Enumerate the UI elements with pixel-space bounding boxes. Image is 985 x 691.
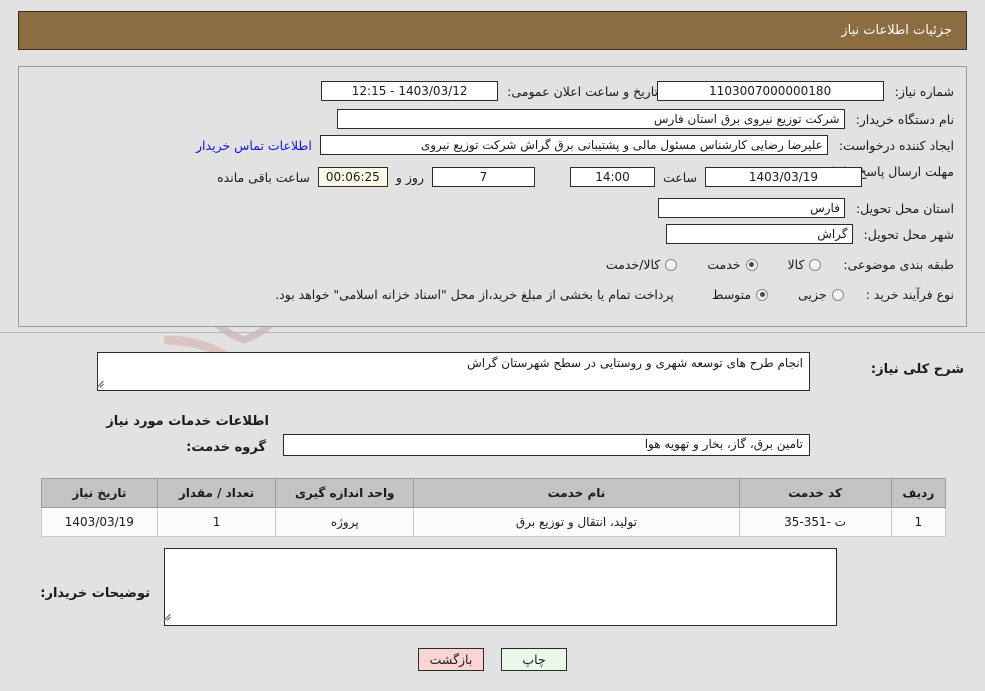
process-option-motevasset[interactable]: متوسط: [711, 287, 769, 302]
th-quantity: تعداد / مقدار: [156, 478, 277, 508]
delivery-province-value: فارس: [657, 198, 845, 218]
row-delivery-province: استان محل تحویل: فارس: [657, 198, 954, 218]
th-need-date: تاریخ نیاز: [41, 478, 158, 508]
need-number-label: شماره نیاز:: [894, 83, 954, 99]
service-group-label: گروه خدمت:: [186, 440, 266, 455]
classification-option-label-2: کالا/خدمت: [605, 257, 661, 272]
action-buttons-row: بازگشت چاپ: [0, 648, 985, 671]
buyer-notes-label: توضیحات خریدار:: [40, 586, 150, 601]
back-button[interactable]: بازگشت: [418, 648, 484, 671]
response-deadline-label: مهلت ارسال پاسخ: تا تاریخ:: [809, 164, 954, 179]
process-option-jozei[interactable]: جزیی: [798, 287, 844, 302]
cell-quantity: 1: [156, 507, 277, 537]
service-group-value: تامین برق، گاز، بخار و تهویه هوا: [283, 434, 810, 456]
purchase-process-label: نوع فرآیند خرید :: [865, 287, 954, 302]
row-response-deadline: مهلت ارسال پاسخ: تا تاریخ:: [809, 164, 954, 179]
row-announce-datetime: تاریخ و ساعت اعلان عمومی: 1403/03/12 - 1…: [321, 81, 658, 101]
remaining-days-value: 7: [431, 167, 535, 187]
classification-option-kala[interactable]: کالا: [788, 257, 822, 272]
row-delivery-city: شهر محل تحویل: گراش: [665, 224, 954, 244]
hour-label: ساعت: [662, 169, 697, 185]
delivery-province-label: استان محل تحویل:: [855, 200, 954, 216]
th-unit: واحد اندازه گیری: [275, 478, 415, 508]
delivery-city-value: گراش: [665, 224, 853, 244]
classification-option-khedmat[interactable]: خدمت: [707, 257, 758, 272]
print-button[interactable]: چاپ: [501, 648, 567, 671]
buyer-org-label: نام دستگاه خریدار:: [855, 111, 954, 127]
radio-khedmat[interactable]: [745, 258, 758, 271]
classification-option-label-0: کالا: [787, 257, 805, 272]
section-divider-top: [0, 332, 985, 333]
row-purchase-process: نوع فرآیند خرید : جزیی متوسط پرداخت تمام…: [275, 287, 954, 302]
row-request-creator: ایجاد کننده درخواست: علیرضا رضایی کارشنا…: [196, 135, 954, 155]
need-description-resize-grip[interactable]: [96, 380, 105, 389]
announce-datetime-value: 1403/03/12 - 12:15: [321, 81, 499, 101]
row-buyer-org: نام دستگاه خریدار: شرکت توزیع نیروی برق …: [336, 109, 954, 129]
announce-datetime-label: تاریخ و ساعت اعلان عمومی:: [507, 83, 658, 99]
cell-need-date: 1403/03/19: [41, 507, 158, 537]
row-deadline-fields: 1403/03/19 ساعت 14:00 7 روز و 00:06:25 س…: [217, 167, 862, 187]
remaining-time-value: 00:06:25: [317, 167, 388, 187]
th-row-no: ردیف: [890, 478, 947, 508]
deadline-time-value: 14:00: [569, 167, 655, 187]
process-option-label-1: متوسط: [711, 287, 752, 302]
classification-option-kala-khedmat[interactable]: کالا/خدمت: [605, 257, 678, 272]
row-classification: طبقه بندی موضوعی: کالا خدمت کالا/خدمت: [606, 257, 954, 272]
buyer-contact-link[interactable]: اطلاعات تماس خریدار: [196, 138, 312, 153]
classification-option-label-1: خدمت: [707, 257, 741, 272]
buyer-notes-resize-grip[interactable]: [163, 613, 172, 622]
table-header-row: ردیف کد خدمت نام خدمت واحد اندازه گیری ت…: [41, 478, 947, 508]
services-section-title: اطلاعات خدمات مورد نیاز: [106, 414, 269, 429]
radio-kala[interactable]: [809, 258, 822, 271]
row-need-number: شماره نیاز: 1103007000000180: [656, 81, 954, 101]
request-creator-label: ایجاد کننده درخواست:: [838, 137, 954, 153]
need-description-label: شرح کلی نیاز:: [870, 362, 964, 377]
services-table: ردیف کد خدمت نام خدمت واحد اندازه گیری ت…: [41, 478, 947, 537]
need-description-value[interactable]: انجام طرح های توسعه شهری و روستایی در سط…: [97, 352, 810, 391]
radio-motevasset[interactable]: [756, 288, 769, 301]
services-table-wrapper: ردیف کد خدمت نام خدمت واحد اندازه گیری ت…: [41, 478, 947, 537]
th-service-name: نام خدمت: [413, 478, 740, 508]
cell-service-name: تولید، انتقال و توزیع برق: [413, 507, 740, 537]
radio-jozei[interactable]: [831, 288, 844, 301]
page-header-bar: جزئیات اطلاعات نیاز: [18, 11, 967, 50]
days-label: روز و: [395, 169, 424, 185]
deadline-date-value: 1403/03/19: [705, 167, 862, 187]
payment-note: پرداخت تمام یا بخشی از مبلغ خرید،از محل …: [275, 287, 674, 302]
need-number-value: 1103007000000180: [656, 81, 884, 101]
radio-kala-khedmat[interactable]: [665, 258, 678, 271]
buyer-org-value: شرکت توزیع نیروی برق استان فارس: [336, 109, 845, 129]
classification-label: طبقه بندی موضوعی:: [843, 257, 954, 272]
need-info-panel: شماره نیاز: 1103007000000180 تاریخ و ساع…: [18, 66, 967, 327]
th-service-code: کد خدمت: [738, 478, 892, 508]
process-option-label-0: جزیی: [798, 287, 827, 302]
buyer-notes-value[interactable]: [164, 548, 837, 626]
remaining-time-label: ساعت باقی مانده: [217, 169, 310, 185]
cell-unit: پروژه: [275, 507, 415, 537]
cell-row-no: 1: [890, 507, 947, 537]
page-title: جزئیات اطلاعات نیاز: [841, 23, 952, 38]
request-creator-value: علیرضا رضایی کارشناس مسئول مالی و پشتیبا…: [319, 135, 828, 155]
table-row: 1 ت -351-35 تولید، انتقال و توزیع برق پر…: [41, 507, 947, 537]
delivery-city-label: شهر محل تحویل:: [863, 226, 954, 242]
cell-service-code: ت -351-35: [738, 507, 892, 537]
